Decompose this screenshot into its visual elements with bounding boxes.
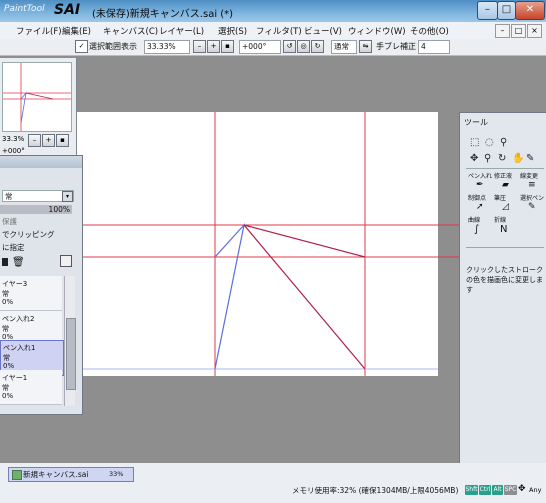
zoom-icon[interactable]: ⚲ [484, 153, 491, 164]
select-pen-icon: ✎ [528, 202, 536, 212]
new-layer-icon[interactable] [2, 258, 8, 266]
layer-scrollbar-thumb[interactable] [66, 318, 76, 390]
tool-label: 制御点 [468, 195, 487, 202]
reference-label: に指定 [2, 243, 25, 252]
eraser-icon: ▰ [502, 180, 509, 190]
layer-name: ペン入れ1 [3, 344, 36, 352]
blend-mode-dropdown-icon[interactable]: ▾ [62, 191, 73, 202]
pressure-icon: ◿ [502, 202, 509, 212]
tool-pressure[interactable]: 筆圧 ◿ [494, 193, 514, 215]
clipping-label: でクリッピング [2, 230, 55, 239]
control-point-icon: ➚ [476, 202, 484, 212]
tool-label: 選択ペン [520, 195, 545, 202]
polyline-icon: N [500, 224, 508, 235]
opacity-value: 100% [48, 205, 70, 214]
tool-select-pen[interactable]: 選択ペン ✎ [520, 193, 544, 215]
shift-key-indicator: Shft [465, 485, 478, 495]
tool-label: 修正液 [494, 173, 513, 180]
tool-label: 線変更 [520, 173, 539, 180]
layer-panel: 常 ▾ 100% 保護 でクリッピング に指定 🗑 イヤー3 常 0% ペン入れ… [0, 155, 83, 415]
layer-item[interactable]: イヤー1 常 0% [0, 370, 62, 405]
tool-correction[interactable]: 修正液 ▰ [494, 171, 514, 193]
lasso-icon[interactable]: ◌ [485, 137, 494, 148]
layer-opacity: 0% [2, 392, 14, 400]
tool-panel-splitter[interactable] [466, 241, 544, 253]
navigator-rotation: +000° [2, 147, 25, 155]
tool-panel-title: ツール [464, 118, 488, 127]
stroke-crimson-lower [243, 224, 366, 370]
hand-icon[interactable]: ✋ [512, 153, 524, 164]
rect-select-icon[interactable]: ⬚ [470, 137, 479, 148]
memory-usage: メモリ使用率:32% (確保1304MB/上限4056MB) [292, 486, 459, 495]
tool-label: ペン入れ [468, 173, 493, 180]
eyedropper-icon[interactable]: ✎ [526, 153, 534, 164]
tool-divider [466, 168, 544, 169]
tool-hint: クリックしたストロークの色を描画色に変更します [466, 266, 543, 294]
move-icon[interactable]: ✥ [470, 153, 478, 164]
layer-mode-value: 常 [5, 192, 13, 201]
layer-opacity: 0% [3, 362, 15, 370]
canvas-tab-name: 新規キャンバス.sai [23, 470, 89, 479]
canvas-tab-icon [12, 470, 22, 480]
layer-scrollbar[interactable] [64, 276, 76, 406]
trash-icon[interactable]: 🗑 [12, 257, 25, 268]
pen-icon: ✒ [476, 180, 484, 190]
tool-control-point[interactable]: 制御点 ➚ [468, 193, 488, 215]
navigator-zoom-in-button[interactable]: + [42, 134, 55, 147]
tool-curve[interactable]: 曲線 ∫ [468, 215, 488, 237]
tool-label: 筆圧 [494, 195, 507, 202]
navigator-panel: 33.3% – + ▪ +000° [0, 58, 77, 157]
protect-label: 保護 [2, 217, 17, 226]
rotate-icon[interactable]: ↻ [498, 153, 506, 164]
opacity-slider[interactable]: 100% [0, 205, 72, 214]
tool-pen-linework[interactable]: ペン入れ ✒ [468, 171, 492, 193]
space-key-indicator: SPC [504, 485, 517, 495]
navigator-thumbnail-icon [3, 63, 71, 131]
layer-settings-icon[interactable] [60, 255, 72, 267]
stroke-blue [214, 222, 246, 370]
navigator-zoom-out-button[interactable]: – [28, 134, 41, 147]
layer-name: イヤー1 [2, 374, 28, 382]
tool-label: 折線 [494, 217, 507, 224]
alt-key-indicator: Alt [492, 485, 503, 495]
canvas-tab[interactable]: 新規キャンバス.sai 33% [8, 467, 134, 482]
tool-panel: ツール ⬚ ◌ ⚲ ✥ ⚲ ↻ ✋ ✎ ペン入れ ✒ 修正液 ▰ 線変更 ≡ 制… [459, 112, 546, 477]
navigator-preview[interactable] [2, 62, 72, 132]
navigator-fit-button[interactable]: ▪ [56, 134, 69, 147]
layer-panel-titlebar[interactable] [0, 156, 82, 168]
tool-label: 曲線 [468, 217, 481, 224]
magic-wand-icon[interactable]: ⚲ [500, 137, 507, 148]
curve-icon: ∫ [474, 224, 480, 235]
ctrl-key-indicator: Ctrl [479, 485, 491, 495]
pointer-icon: ✥ [518, 484, 526, 494]
canvas-tab-zoom: 33% [109, 470, 124, 478]
tool-polyline[interactable]: 折線 N [494, 215, 514, 237]
line-change-icon: ≡ [528, 180, 536, 190]
layer-name: イヤー3 [2, 280, 28, 288]
stroke-crimson-upper [243, 224, 366, 258]
splitter-line [466, 247, 544, 248]
layer-item[interactable]: イヤー3 常 0% [0, 276, 62, 311]
layer-opacity: 0% [2, 298, 14, 306]
layer-name: ペン入れ2 [2, 315, 35, 323]
tool-line-change[interactable]: 線変更 ≡ [520, 171, 540, 193]
any-label: Any [529, 486, 542, 494]
navigator-zoom: 33.3% [2, 135, 25, 143]
